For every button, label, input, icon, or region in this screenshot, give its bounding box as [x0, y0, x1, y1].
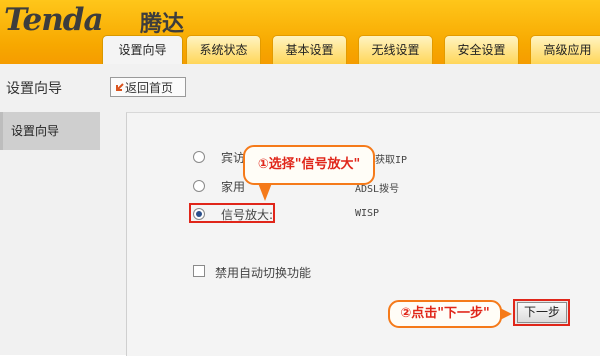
mode-label-pppoe: 家用	[221, 180, 246, 194]
tab-advanced[interactable]: 高级应用	[530, 35, 600, 64]
back-home-button[interactable]: 返回首页	[110, 77, 186, 97]
mode-label-dhcp: 宾访	[221, 151, 246, 165]
tab-security-settings[interactable]: 安全设置	[444, 35, 519, 64]
sidebar-item-setup-wizard[interactable]: 设置向导	[0, 112, 100, 150]
tab-setup-wizard[interactable]: 设置向导	[102, 35, 183, 65]
disable-auto-switch-checkbox[interactable]	[193, 265, 205, 277]
back-arrow-icon	[116, 83, 124, 91]
mode-desc-dhcp: 获取IP	[375, 155, 408, 166]
header-bar: Tenda 腾达 设置向导 系统状态 基本设置 无线设置 安全设置 高级应用	[0, 0, 600, 65]
tenda-logo: Tenda	[4, 2, 104, 38]
callout-step2: ②点击"下一步"	[388, 300, 502, 328]
tab-system-status[interactable]: 系统状态	[186, 35, 261, 64]
tenda-logo-cn: 腾达	[140, 12, 185, 37]
sidebar: 设置向导	[0, 106, 100, 355]
callout-step1-tail	[258, 183, 272, 201]
mode-desc-wisp: WISP	[355, 208, 380, 219]
disable-auto-switch-label: 禁用自动切换功能	[215, 266, 312, 280]
mode-radio-pppoe[interactable]	[193, 180, 205, 192]
back-home-label: 返回首页	[125, 81, 174, 95]
wisp-highlight-box	[189, 203, 275, 223]
sub-header: 设置向导 返回首页	[0, 64, 600, 107]
tab-wireless-settings[interactable]: 无线设置	[358, 35, 433, 64]
tab-basic-settings[interactable]: 基本设置	[272, 35, 347, 64]
callout-step1: ①选择"信号放大"	[243, 145, 375, 185]
mode-radio-dhcp[interactable]	[193, 151, 205, 163]
next-button[interactable]: 下一步	[517, 302, 567, 323]
section-title: 设置向导	[6, 81, 62, 97]
